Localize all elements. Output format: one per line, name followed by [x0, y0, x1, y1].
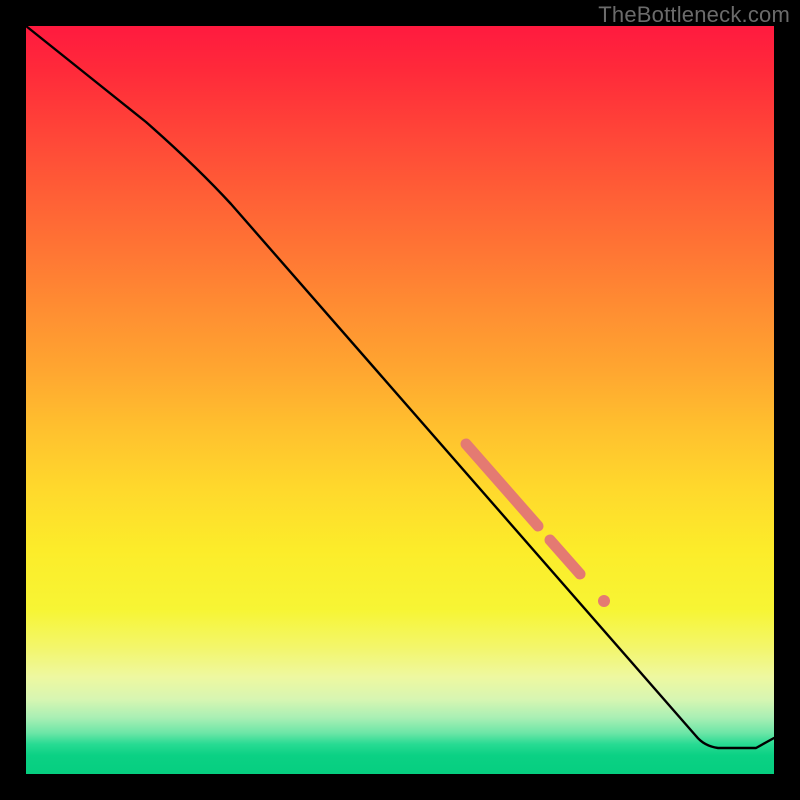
- curve-highlight-segment-2: [550, 540, 580, 574]
- bottleneck-curve: [26, 26, 774, 748]
- curve-highlight-dot: [598, 595, 610, 607]
- chart-canvas: TheBottleneck.com: [0, 0, 800, 800]
- chart-overlay: [26, 26, 774, 774]
- watermark-text: TheBottleneck.com: [598, 2, 790, 28]
